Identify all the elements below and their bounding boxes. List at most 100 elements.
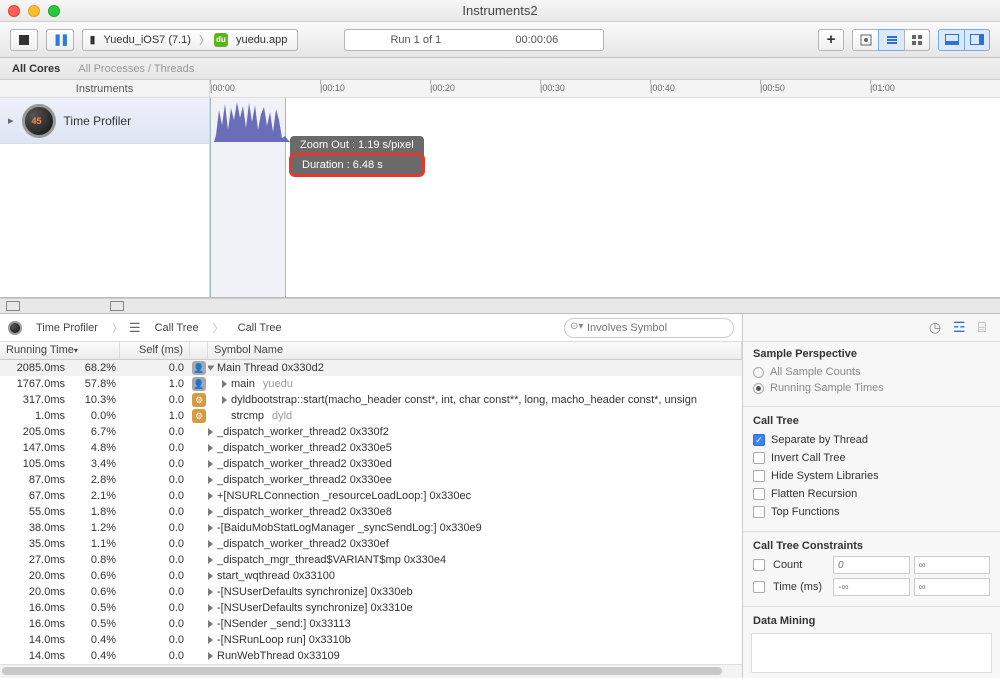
detail-area: Time Profiler 〉 ☰ Call Tree 〉 Call Tree … [0,314,1000,678]
timeline-header: Instruments |00:00|00:10|00:20|00:30|00:… [0,80,1000,98]
constraints-header: Call Tree Constraints [743,534,1000,554]
table-row[interactable]: 35.0ms1.1%0.0_dispatch_worker_thread2 0x… [0,536,742,552]
panel-toggle-group [938,29,990,51]
table-row[interactable]: 20.0ms0.6%0.0start_wqthread 0x33100 [0,568,742,584]
time-min-input[interactable] [833,578,910,596]
constraint-count-label: Count [773,559,829,571]
symbol-search-input[interactable] [564,318,734,338]
view-mode-3[interactable] [904,29,930,51]
toolbar: ❚❚ ▮ Yuedu_iOS7 (7.1) 〉 du yuedu.app Run… [0,22,1000,58]
table-row[interactable]: 20.0ms0.6%0.0-[NSUserDefaults synchroniz… [0,584,742,600]
constraint-count-check[interactable] [753,559,765,571]
radio-icon [753,367,764,378]
timeline-graph-area[interactable]: Zoom Out : 1.19 s/pixel Duration : 6.48 … [210,98,1000,297]
column-headers: Running Time▾ Self (ms) Symbol Name [0,342,742,360]
check-invert-call-tree[interactable]: Invert Call Tree [753,449,990,467]
timeline-tracks: ▸ Time Profiler Zoom Out : 1.19 s/pixel … [0,98,1000,298]
list-icon: ☰ [129,320,141,336]
data-mining-list[interactable] [751,633,992,673]
tooltip-duration-line: Duration : 6.48 s [289,153,425,177]
time-ruler[interactable]: |00:00|00:10|00:20|00:30|00:40|00:50|01:… [210,80,1000,97]
disclosure-icon[interactable]: ▸ [8,114,14,127]
table-row[interactable]: 67.0ms2.1%0.0+[NSURLConnection _resource… [0,488,742,504]
table-row[interactable]: 14.0ms0.4%0.0RunWebThread 0x33109 [0,648,742,664]
pause-button[interactable]: ❚❚ [46,29,74,51]
checkbox-icon [753,470,765,482]
checkbox-icon: ✓ [753,434,765,446]
app-icon: du [214,33,228,47]
target-selector[interactable]: ▮ Yuedu_iOS7 (7.1) 〉 du yuedu.app [82,29,298,51]
table-row[interactable]: 105.0ms3.4%0.0_dispatch_worker_thread2 0… [0,456,742,472]
table-row[interactable]: 38.0ms1.2%0.0-[BaiduMobStatLogManager _s… [0,520,742,536]
sidebar-tab-display-icon[interactable]: ☲ [953,319,966,336]
time-profiler-icon [22,104,56,138]
instruments-column-header: Instruments [0,80,210,97]
table-row[interactable]: 317.0ms10.3%0.0⚙dyldbootstrap::start(mac… [0,392,742,408]
sidebar-tab-extended-icon[interactable]: ⌸ [978,319,986,336]
data-mining-header: Data Mining [743,609,1000,629]
table-row[interactable]: 27.0ms0.8%0.0_dispatch_mgr_thread$VARIAN… [0,552,742,568]
constraint-time-label: Time (ms) [773,581,829,593]
check-flatten-recursion[interactable]: Flatten Recursion [753,485,990,503]
sample-perspective-header: Sample Perspective [743,342,1000,362]
detail-path-bar: Time Profiler 〉 ☰ Call Tree 〉 Call Tree [0,314,742,342]
target-device: Yuedu_iOS7 (7.1) [100,34,195,46]
activity-graph [214,100,294,142]
count-min-input[interactable] [833,556,910,574]
timeline-tooltip: Zoom Out : 1.19 s/pixel Duration : 6.48 … [290,136,424,176]
filter-all-processes[interactable]: All Processes / Threads [78,63,194,75]
inspector-sidebar: ◷ ☲ ⌸ Sample Perspective All Sample Coun… [742,314,1000,678]
radio-running-sample-times: Running Sample Times [753,380,990,396]
mini-icon-1[interactable] [6,301,20,311]
sidebar-tab-record-icon[interactable]: ◷ [929,319,941,336]
track-mini-toolbar [0,298,1000,314]
radio-all-sample-counts: All Sample Counts [753,364,990,380]
table-row[interactable]: 55.0ms1.8%0.0_dispatch_worker_thread2 0x… [0,504,742,520]
col-symbol[interactable]: Symbol Name [208,342,742,359]
add-instrument-button[interactable]: + [818,29,844,51]
time-max-input[interactable] [914,578,991,596]
view-mode-2[interactable] [878,29,904,51]
constraint-time-check[interactable] [753,581,765,593]
call-tree-rows[interactable]: 2085.0ms68.2%0.0👤Main Thread 0x330d21767… [0,360,742,664]
table-row[interactable]: 16.0ms0.5%0.0-[NSUserDefaults synchroniz… [0,600,742,616]
time-profiler-small-icon [8,321,22,335]
table-row[interactable]: 1767.0ms57.8%1.0👤mainyuedu [0,376,742,392]
col-running-time[interactable]: Running Time▾ [0,342,120,359]
checkbox-icon [753,488,765,500]
table-row[interactable]: 205.0ms6.7%0.0_dispatch_worker_thread2 0… [0,424,742,440]
mini-icon-2[interactable] [110,301,124,311]
checkbox-icon [753,506,765,518]
run-time: 00:00:06 [515,34,558,46]
run-label: Run 1 of 1 [390,34,441,46]
call-tree-panel: Time Profiler 〉 ☰ Call Tree 〉 Call Tree … [0,314,742,678]
call-tree-options-header: Call Tree [743,409,1000,429]
path-crumb-1[interactable]: Call Tree [147,322,207,334]
table-row[interactable]: 1.0ms0.0%1.0⚙strcmpdyld [0,408,742,424]
toggle-bottom-panel[interactable] [938,29,964,51]
check-top-functions[interactable]: Top Functions [753,503,990,521]
toggle-right-panel[interactable] [964,29,990,51]
count-max-input[interactable] [914,556,991,574]
window-title: Instruments2 [0,3,1000,18]
filter-all-cores[interactable]: All Cores [12,63,60,75]
path-crumb-2[interactable]: Call Tree [230,322,290,334]
table-row[interactable]: 147.0ms4.8%0.0_dispatch_worker_thread2 0… [0,440,742,456]
table-row[interactable]: 14.0ms0.4%0.0-[NSRunLoop run] 0x3310b [0,632,742,648]
table-row[interactable]: 87.0ms2.8%0.0_dispatch_worker_thread2 0x… [0,472,742,488]
record-stop-button[interactable] [10,29,38,51]
check-separate-by-thread[interactable]: ✓Separate by Thread [753,431,990,449]
sidebar-tab-icons: ◷ ☲ ⌸ [743,314,1000,342]
table-row[interactable]: 16.0ms0.5%0.0-[NSender _send:] 0x33113 [0,616,742,632]
check-hide-system-libraries[interactable]: Hide System Libraries [753,467,990,485]
path-root[interactable]: Time Profiler [28,322,106,334]
col-self[interactable]: Self (ms) [120,342,190,359]
table-row[interactable]: 2085.0ms68.2%0.0👤Main Thread 0x330d2 [0,360,742,376]
horizontal-scrollbar[interactable] [0,664,742,678]
instrument-name: Time Profiler [64,114,132,128]
instrument-row[interactable]: ▸ Time Profiler [0,98,209,144]
radio-icon [753,383,764,394]
checkbox-icon [753,452,765,464]
view-mode-1[interactable] [852,29,878,51]
titlebar: Instruments2 [0,0,1000,22]
